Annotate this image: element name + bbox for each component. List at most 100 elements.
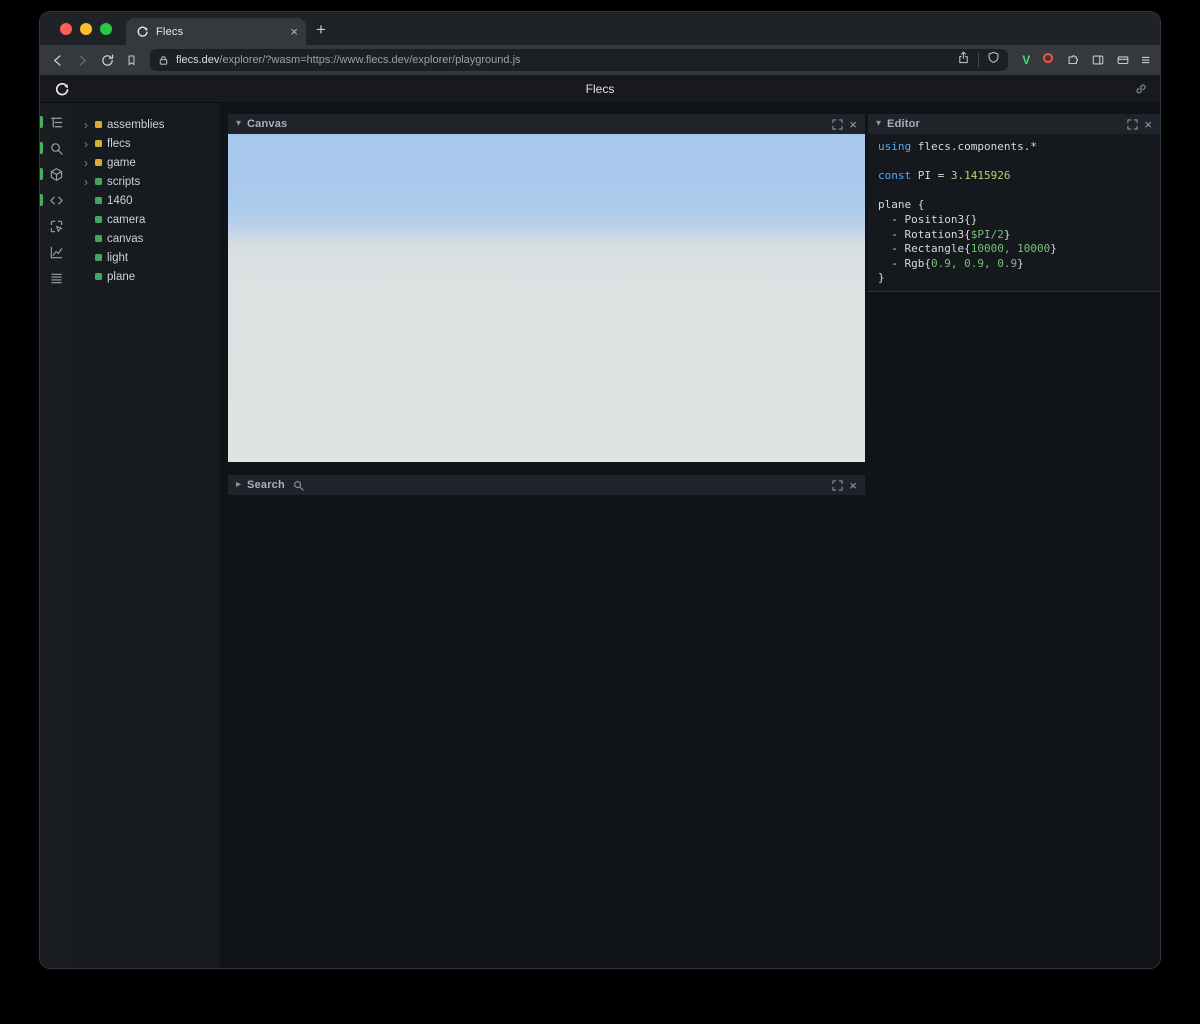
expand-panel-icon[interactable] xyxy=(832,479,844,491)
code-line: - Rgb{0.9, 0.9, 0.9} xyxy=(878,256,1024,270)
tree-item-camera[interactable]: camera xyxy=(72,210,220,229)
extension-v-icon[interactable]: V xyxy=(1022,53,1030,67)
tree-item-flecs[interactable]: › flecs xyxy=(72,134,220,153)
tree-item-label: flecs xyxy=(107,137,131,150)
flecs-logo-icon[interactable] xyxy=(54,81,70,97)
zoom-window-button[interactable] xyxy=(100,22,112,35)
module-badge-icon xyxy=(95,121,102,128)
wallet-icon[interactable] xyxy=(1116,53,1130,67)
app-title: Flecs xyxy=(585,81,615,96)
rail-item-queries[interactable] xyxy=(40,265,72,291)
chevron-down-icon[interactable]: ▾ xyxy=(876,119,881,129)
url-bar-actions xyxy=(957,51,1000,69)
sidebar-toggle-icon[interactable] xyxy=(1091,53,1105,67)
tab-strip: Flecs × + xyxy=(40,12,1160,45)
menu-icon[interactable]: ≡ xyxy=(1141,52,1150,69)
entity-badge-icon xyxy=(95,216,102,223)
code-line: plane { xyxy=(878,198,925,212)
close-window-button[interactable] xyxy=(60,22,72,35)
module-badge-icon xyxy=(95,140,102,147)
tree-item-1460[interactable]: 1460 xyxy=(72,191,220,210)
editor-code[interactable]: using flecs.components.* const PI = 3.14… xyxy=(868,134,1160,292)
tree-expand-icon[interactable]: › xyxy=(82,176,90,188)
tree-item-label: 1460 xyxy=(107,194,133,207)
tree-item-label: plane xyxy=(107,270,136,283)
link-icon[interactable] xyxy=(1134,82,1148,101)
flecs-favicon-icon xyxy=(136,25,149,38)
search-icon xyxy=(50,142,63,155)
canvas-panel-title: Canvas xyxy=(247,118,288,130)
share-icon[interactable] xyxy=(957,51,970,69)
tree-item-plane[interactable]: plane xyxy=(72,267,220,286)
active-indicator xyxy=(40,142,43,154)
url-path: /explorer/?wasm=https://www.flecs.dev/ex… xyxy=(219,54,521,66)
tree-item-label: canvas xyxy=(107,232,144,245)
rail-item-search[interactable] xyxy=(40,135,72,161)
rows-icon xyxy=(50,273,62,283)
chart-icon xyxy=(50,246,62,258)
editor-panel-title: Editor xyxy=(887,118,921,130)
tree-item-canvas[interactable]: canvas xyxy=(72,229,220,248)
back-button[interactable] xyxy=(50,53,65,68)
browser-window: Flecs × + flecs.dev/explorer/?wasm=https… xyxy=(40,12,1160,968)
extension-red-icon[interactable] xyxy=(1041,51,1055,70)
extensions-puzzle-icon[interactable] xyxy=(1066,53,1080,67)
chevron-right-icon[interactable]: ▸ xyxy=(236,480,241,490)
cube-icon xyxy=(50,167,62,181)
icon-rail xyxy=(40,103,72,968)
expand-panel-icon[interactable] xyxy=(832,118,844,130)
tree-item-light[interactable]: light xyxy=(72,248,220,267)
expand-panel-icon[interactable] xyxy=(1127,118,1139,130)
code-line: - Position3{} xyxy=(878,212,978,226)
rail-item-inspect[interactable] xyxy=(40,213,72,239)
divider xyxy=(978,53,980,67)
tree-item-label: scripts xyxy=(107,175,141,188)
browser-tab[interactable]: Flecs × xyxy=(126,18,306,45)
app-body: › assemblies › flecs › game › scripts 1460 camera… xyxy=(40,103,1160,968)
code-line: using flecs.components.* xyxy=(878,140,1037,153)
shield-icon[interactable] xyxy=(987,51,1000,69)
close-panel-icon[interactable]: × xyxy=(849,479,857,492)
search-panel-header: ▸ Search × xyxy=(228,475,865,495)
forward-button[interactable] xyxy=(75,53,90,68)
code-line: const PI = 3.1415926 xyxy=(878,169,1011,183)
rail-item-scene[interactable] xyxy=(40,161,72,187)
empty-workspace xyxy=(228,495,865,968)
rail-item-editor[interactable] xyxy=(40,187,72,213)
close-panel-icon[interactable]: × xyxy=(1144,118,1152,131)
chevron-down-icon[interactable]: ▾ xyxy=(236,119,241,129)
tree-expand-icon[interactable]: › xyxy=(82,157,90,169)
code-icon xyxy=(49,196,63,204)
active-indicator xyxy=(40,116,43,128)
browser-toolbar: flecs.dev/explorer/?wasm=https://www.fle… xyxy=(40,45,1160,75)
code-line: - Rotation3{$PI/2} xyxy=(878,227,1011,241)
tree-expand-icon[interactable]: › xyxy=(82,119,90,131)
active-indicator xyxy=(40,194,43,206)
search-icon xyxy=(293,480,304,491)
reload-button[interactable] xyxy=(100,53,115,68)
bookmark-icon[interactable] xyxy=(125,54,138,67)
close-panel-icon[interactable]: × xyxy=(849,118,857,131)
editor-panel: ▾ Editor × using flecs.components.* cons… xyxy=(868,103,1160,968)
nav-buttons xyxy=(50,53,144,68)
rail-item-entities[interactable] xyxy=(40,109,72,135)
tree-expand-icon[interactable]: › xyxy=(82,138,90,150)
canvas-panel: ▾ Canvas × xyxy=(228,114,865,462)
minimize-window-button[interactable] xyxy=(80,22,92,35)
url-bar[interactable]: flecs.dev/explorer/?wasm=https://www.fle… xyxy=(150,49,1009,71)
tree-item-scripts[interactable]: › scripts xyxy=(72,172,220,191)
tree-item-label: assemblies xyxy=(107,118,165,131)
tree-item-assemblies[interactable]: › assemblies xyxy=(72,115,220,134)
desktop-background: Flecs × + flecs.dev/explorer/?wasm=https… xyxy=(0,0,1200,1024)
tree-item-label: light xyxy=(107,251,129,264)
tree-item-game[interactable]: › game xyxy=(72,153,220,172)
search-panel-title: Search xyxy=(247,479,285,491)
editor-panel-header: ▾ Editor × xyxy=(868,114,1160,134)
rail-item-stats[interactable] xyxy=(40,239,72,265)
3d-viewport[interactable] xyxy=(228,134,865,462)
tab-close-icon[interactable]: × xyxy=(290,25,298,38)
tree-item-label: camera xyxy=(107,213,146,226)
new-tab-button[interactable]: + xyxy=(306,20,338,45)
